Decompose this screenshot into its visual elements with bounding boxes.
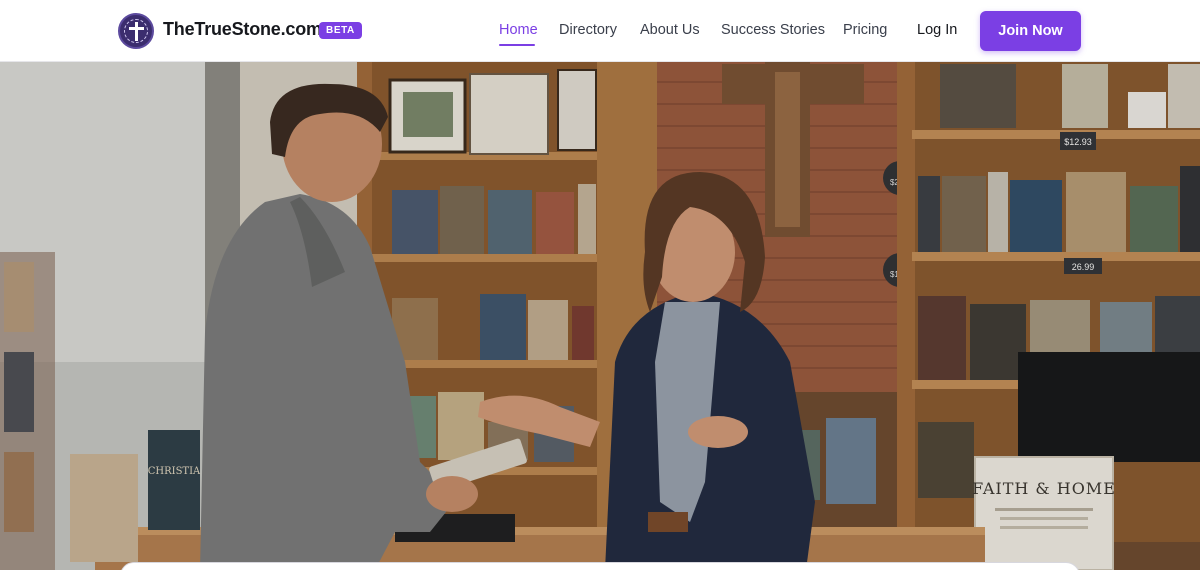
logo-cross-horizontal — [129, 27, 144, 30]
site-header: TheTrueStone.com BETA Home Directory Abo… — [0, 0, 1200, 62]
brand-name[interactable]: TheTrueStone.com — [163, 19, 322, 40]
nav-success-stories[interactable]: Success Stories — [721, 22, 825, 38]
logo-cross-vertical — [135, 22, 138, 41]
hero-card-edge — [120, 562, 1080, 570]
hero-image: $2.89 $1.80 $12.93 26.99 — [0, 62, 1200, 570]
login-link[interactable]: Log In — [917, 22, 957, 38]
nav-about-us[interactable]: About Us — [640, 22, 700, 38]
bookstore-scene: $2.89 $1.80 $12.93 26.99 — [0, 62, 1200, 570]
nav-active-indicator — [499, 44, 535, 46]
nav-directory[interactable]: Directory — [559, 22, 617, 38]
join-now-button[interactable]: Join Now — [980, 11, 1081, 51]
logo-icon[interactable] — [118, 13, 154, 49]
nav-home[interactable]: Home — [499, 22, 538, 38]
beta-badge: BETA — [319, 22, 362, 39]
nav-pricing[interactable]: Pricing — [843, 22, 887, 38]
